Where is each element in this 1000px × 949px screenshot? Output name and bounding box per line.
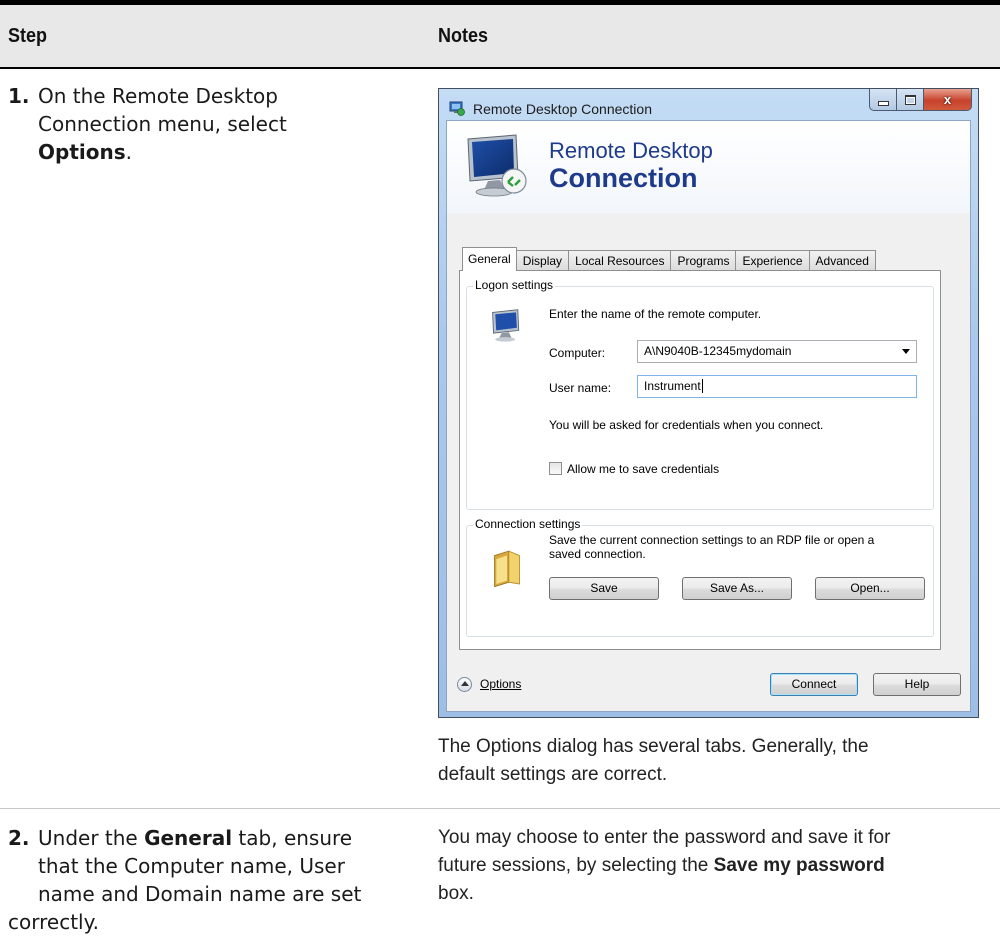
step-2-note-line-1: You may choose to enter the password and… <box>438 827 891 848</box>
table-header: Step Notes <box>0 5 1000 69</box>
step-1-line-1: On the Remote Desktop <box>38 84 278 108</box>
connection-description: Save the current connection settings to … <box>549 533 875 561</box>
step-2-line-1: Under the General tab, ensure <box>38 826 353 850</box>
dialog-title: Remote Desktop Connection <box>473 101 652 117</box>
computer-icon <box>492 309 520 342</box>
close-button[interactable]: x <box>924 89 972 111</box>
tab-display[interactable]: Display <box>515 250 570 271</box>
user-name-label: User name: <box>549 381 612 395</box>
logon-settings-label: Logon settings <box>473 278 556 292</box>
tab-local-resources[interactable]: Local Resources <box>568 250 672 271</box>
remote-desktop-dialog: Remote Desktop Connection x Remote Deskt… <box>438 88 979 718</box>
options-emphasis: Options <box>38 140 126 164</box>
text-caret <box>701 379 703 393</box>
user-name-input[interactable]: Instrument <box>637 375 917 398</box>
tab-experience[interactable]: Experience <box>735 250 810 271</box>
connection-settings-group: Connection settings Save the current con… <box>466 517 934 637</box>
step-2-line-4: correctly. <box>8 910 99 934</box>
open-button[interactable]: Open... <box>815 577 925 600</box>
tab-programs[interactable]: Programs <box>670 250 737 271</box>
notes-column-header: Notes <box>438 25 489 47</box>
tab-general[interactable]: General <box>462 247 517 271</box>
connect-button[interactable]: Connect <box>770 673 858 696</box>
remote-desktop-monitor-icon <box>467 134 527 197</box>
step-1-note-line-2: default settings are correct. <box>438 764 668 785</box>
computer-label: Computer: <box>549 346 606 360</box>
minimize-icon <box>877 100 889 106</box>
step-number-2: 2. <box>8 826 30 850</box>
caption-buttons: x <box>869 89 972 111</box>
row-divider <box>0 808 1000 809</box>
tab-strip: General Display Local Resources Programs… <box>462 247 876 271</box>
options-chevron-up-icon[interactable] <box>457 677 472 692</box>
step-2-note-line-2: future sessions, by selecting the Save m… <box>438 855 885 876</box>
dialog-banner: Remote Desktop Connection <box>447 121 970 214</box>
remote-desktop-small-icon <box>449 101 465 116</box>
save-my-password-emphasis: Save my password <box>713 855 885 876</box>
folder-icon <box>494 550 520 588</box>
general-emphasis: General <box>144 826 233 850</box>
allow-save-credentials-checkbox[interactable] <box>549 462 562 475</box>
options-body: General Display Local Resources Programs… <box>447 213 970 658</box>
minimize-button[interactable] <box>869 89 897 111</box>
save-as-button[interactable]: Save As... <box>682 577 792 600</box>
banner-title-line-2: Connection <box>549 163 698 193</box>
step-2-line-3: name and Domain name are set <box>38 882 362 906</box>
credentials-note: You will be asked for credentials when y… <box>549 418 824 432</box>
general-tab-page: Logon settings Enter the name of the rem… <box>459 270 941 650</box>
connection-settings-label: Connection settings <box>473 517 583 531</box>
step-2-note-line-3: box. <box>438 883 474 904</box>
dialog-client-area: Remote Desktop Connection General Displa… <box>446 120 971 712</box>
tab-advanced[interactable]: Advanced <box>808 250 876 271</box>
close-icon: x <box>943 92 952 107</box>
help-button[interactable]: Help <box>873 673 961 696</box>
step-column-header: Step <box>8 25 48 47</box>
logon-instruction: Enter the name of the remote computer. <box>549 307 762 321</box>
step-2-line-2: that the Computer name, User <box>38 854 345 878</box>
maximize-button[interactable] <box>897 89 924 111</box>
computer-value: A\N9040B-12345mydomain <box>644 344 792 358</box>
dialog-footer: Options Connect Help <box>447 658 970 711</box>
maximize-icon <box>904 94 916 105</box>
step-1-line-3: Options. <box>38 140 132 164</box>
banner-title-line-1: Remote Desktop <box>549 138 713 163</box>
options-link[interactable]: Options <box>480 677 521 691</box>
computer-combobox[interactable]: A\N9040B-12345mydomain <box>637 340 917 363</box>
user-name-value: Instrument <box>644 379 701 393</box>
save-button[interactable]: Save <box>549 577 659 600</box>
step-1-line-2: Connection menu, select <box>38 112 287 136</box>
chevron-down-icon[interactable] <box>902 349 910 354</box>
step-number-1: 1. <box>8 84 30 108</box>
step-1-note-line-1: The Options dialog has several tabs. Gen… <box>438 736 869 757</box>
logon-settings-group: Logon settings Enter the name of the rem… <box>466 278 934 510</box>
allow-save-credentials-label[interactable]: Allow me to save credentials <box>567 462 719 476</box>
